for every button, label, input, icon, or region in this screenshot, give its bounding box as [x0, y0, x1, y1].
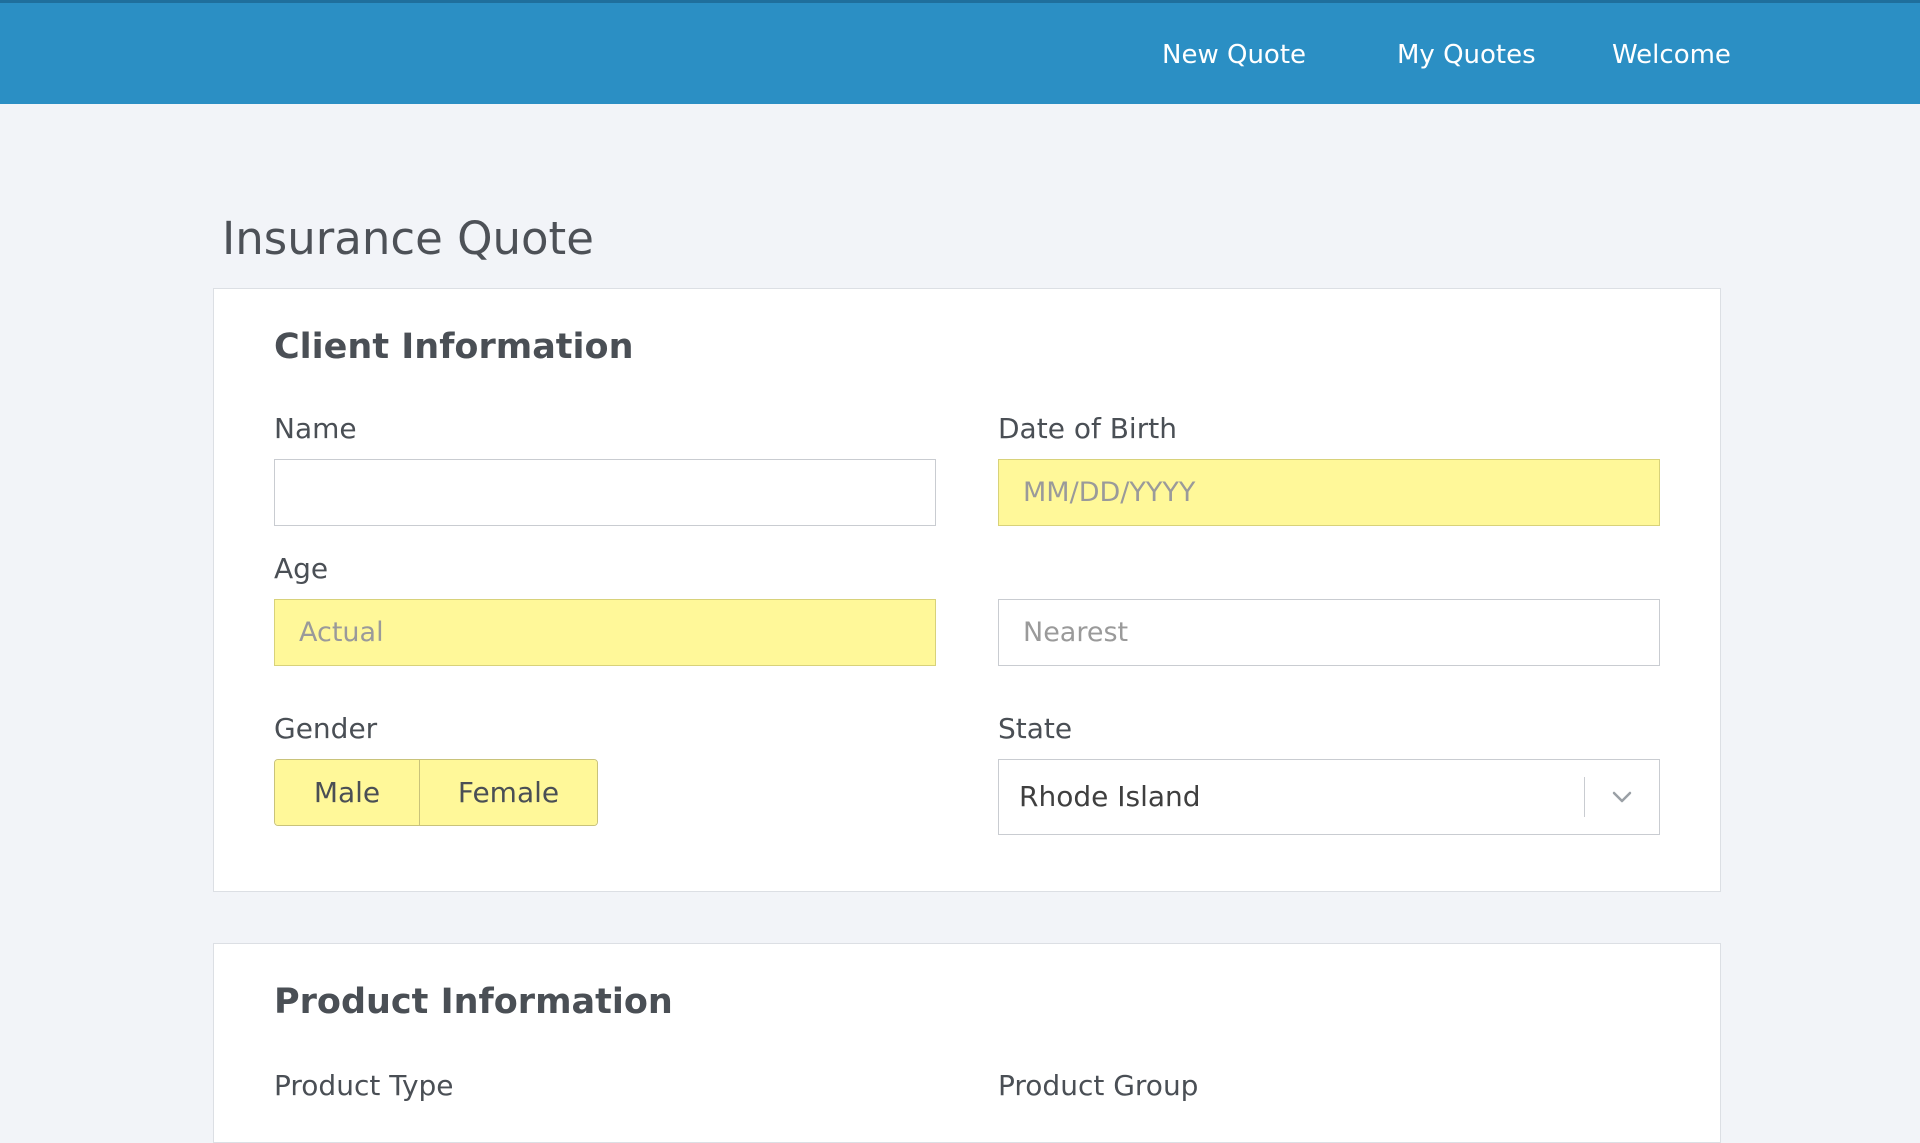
name-input[interactable]	[274, 459, 936, 526]
nav-welcome[interactable]: Welcome	[1612, 40, 1731, 70]
state-label: State	[998, 712, 1073, 745]
gender-male-button[interactable]: Male	[275, 760, 420, 825]
product-information-card: Product Information Product Type Product…	[213, 943, 1721, 1143]
client-section-title: Client Information	[274, 327, 634, 367]
state-select-divider	[1584, 777, 1585, 817]
dob-input[interactable]	[998, 459, 1660, 526]
age-actual-input[interactable]	[274, 599, 936, 666]
dob-label: Date of Birth	[998, 412, 1177, 445]
gender-female-button[interactable]: Female	[420, 760, 597, 825]
page-title: Insurance Quote	[222, 212, 594, 265]
product-group-label: Product Group	[998, 1069, 1199, 1102]
state-select[interactable]: Rhode Island	[998, 759, 1660, 835]
product-section-title: Product Information	[274, 982, 673, 1022]
nav-my-quotes[interactable]: My Quotes	[1397, 40, 1536, 70]
top-navigation-bar: New Quote My Quotes Welcome	[0, 0, 1920, 104]
age-label: Age	[274, 552, 329, 585]
product-type-label: Product Type	[274, 1069, 454, 1102]
chevron-down-icon[interactable]	[1607, 782, 1637, 812]
gender-toggle-group: Male Female	[274, 759, 598, 826]
client-information-card: Client Information Name Date of Birth Ag…	[213, 288, 1721, 892]
age-nearest-input[interactable]	[998, 599, 1660, 666]
state-selected-value: Rhode Island	[1019, 780, 1201, 813]
gender-label: Gender	[274, 712, 378, 745]
name-label: Name	[274, 412, 357, 445]
nav-new-quote[interactable]: New Quote	[1162, 40, 1306, 70]
